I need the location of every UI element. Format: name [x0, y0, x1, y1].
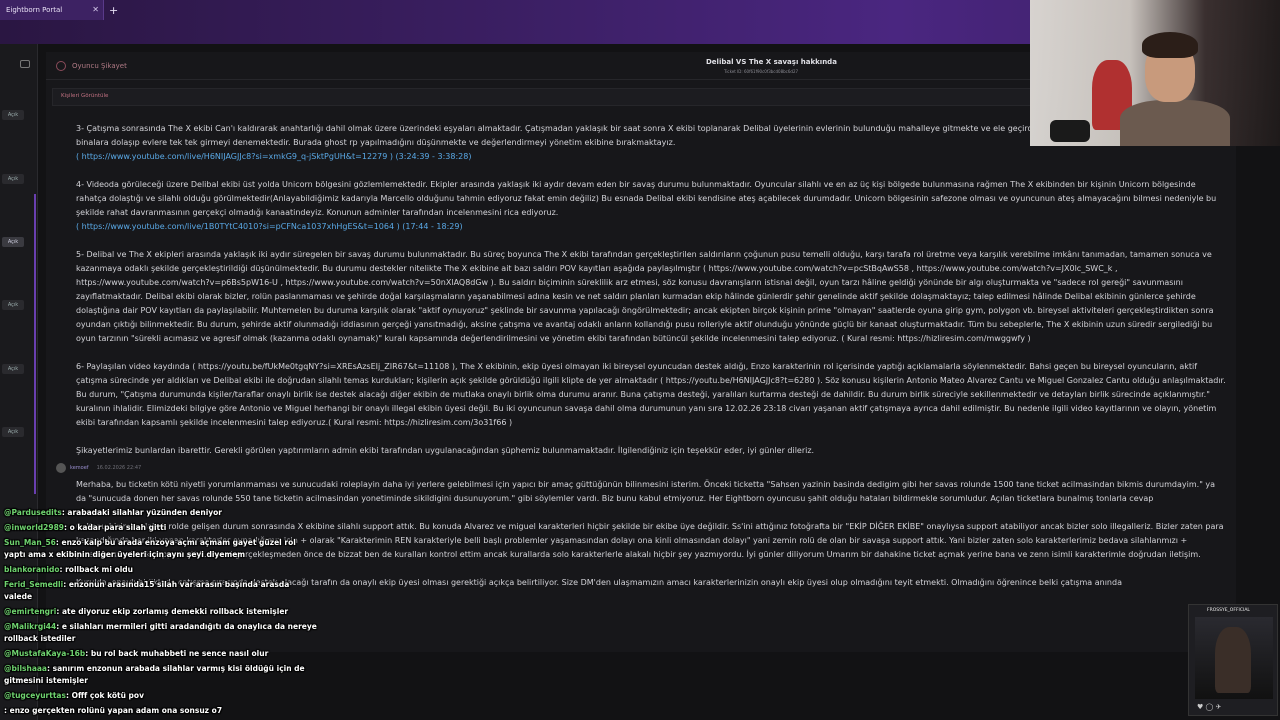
chat-message: @Malikrgi44: e silahları mermileri gitti…: [4, 622, 317, 631]
chat-message: yaptı ama x ekibinin diğer üyeleri için …: [4, 550, 246, 559]
status-badge[interactable]: Açık: [2, 174, 24, 184]
social-handle: FROSSYE_OFFICIAL: [1207, 608, 1250, 613]
report-item-4: 4- Videoda görüleceği üzere Delibal ekib…: [76, 178, 1226, 234]
view-contacts-link[interactable]: Kişileri Görüntüle: [61, 93, 108, 99]
status-badge[interactable]: Açık: [2, 427, 24, 437]
chat-message: rollback istediler: [4, 634, 76, 643]
social-action-icons: ♥ ◯ ✈: [1197, 703, 1222, 711]
reply-date: 16.02.2026 22:47: [96, 465, 142, 471]
report-text: 4- Videoda görüleceği üzere Delibal ekib…: [76, 180, 1217, 217]
status-badge[interactable]: Açık: [2, 300, 24, 310]
microphone: [1050, 120, 1090, 142]
status-badge[interactable]: Açık: [2, 237, 24, 247]
chat-message: : enzo gerçekten rolünü yapan adam ona s…: [4, 706, 223, 715]
user-icon: [56, 60, 66, 71]
report-item-6: 6- Paylaşılan video kaydında ( https://y…: [76, 362, 1226, 427]
reply-header: kemoef 16.02.2026 22:47: [56, 463, 141, 473]
reply-author[interactable]: kemoef: [70, 465, 89, 471]
new-tab-button[interactable]: +: [109, 4, 118, 17]
video-link[interactable]: ( https://www.youtube.com/live/H6NIJAGJJ…: [76, 150, 1226, 164]
chat-message: @inworld2989: o kadar para silah gitti: [4, 523, 167, 532]
chat-message: blankoranido: rollback mi oldu: [4, 565, 133, 574]
tab-label: Eightborn Portal: [6, 6, 63, 14]
chat-message: @MustafaKaya-16b: bu rol back muhabbeti …: [4, 649, 269, 658]
chat-message: @bilshaaa: sanırım enzonun arabada silah…: [4, 664, 305, 673]
browser-tab[interactable]: Eightborn Portal ✕: [0, 0, 104, 20]
menu-icon[interactable]: [20, 60, 30, 68]
webcam-overlay: [1030, 0, 1280, 146]
section-label[interactable]: Oyuncu Şikayet: [72, 62, 127, 70]
status-badge[interactable]: Açık: [2, 364, 24, 374]
streamer-body: [1120, 100, 1230, 146]
chat-message: valede: [4, 592, 33, 601]
chat-message: Ferid_Semedli: enzonun arasında15 silah …: [4, 580, 290, 589]
chat-message: @Pardusedits: arabadaki silahlar yüzünde…: [4, 508, 223, 517]
chat-message: @tugceyurttas: Offf çok kötü pov: [4, 691, 144, 700]
report-closing: Şikayetlerimiz bunlardan ibarettir. Gere…: [76, 446, 815, 455]
social-card: FROSSYE_OFFICIAL ♥ ◯ ✈: [1188, 604, 1278, 716]
video-link[interactable]: ( https://www.youtube.com/live/1B0TYtC40…: [76, 220, 1226, 234]
avatar: [56, 463, 66, 473]
social-image-figure: [1215, 627, 1251, 693]
streamer-hair: [1142, 32, 1198, 58]
ticket-id: Ticket ID: 60f61f90c0f3bcd08bc6d27: [724, 69, 799, 74]
chat-message: gitmesini istemişler: [4, 676, 88, 685]
close-icon[interactable]: ✕: [92, 5, 99, 14]
ticket-title: Delibal VS The X savaşı hakkında: [706, 58, 837, 66]
report-item-5: 5- Delibal ve The X ekipleri arasında ya…: [76, 250, 1214, 343]
status-badge[interactable]: Açık: [2, 110, 24, 120]
active-indicator: [34, 194, 36, 494]
chat-message: @emirtengri: ate diyoruz ekip zorlamış d…: [4, 607, 289, 616]
chat-message: Sun_Man_56: enzo kalp bu arada enzoya aç…: [4, 538, 296, 547]
ticket-body: 3- Çatışma sonrasında The X ekibi Can'ı …: [76, 122, 1226, 472]
stream-chat-overlay: @Pardusedits: arabadaki silahlar yüzünde…: [0, 488, 317, 720]
